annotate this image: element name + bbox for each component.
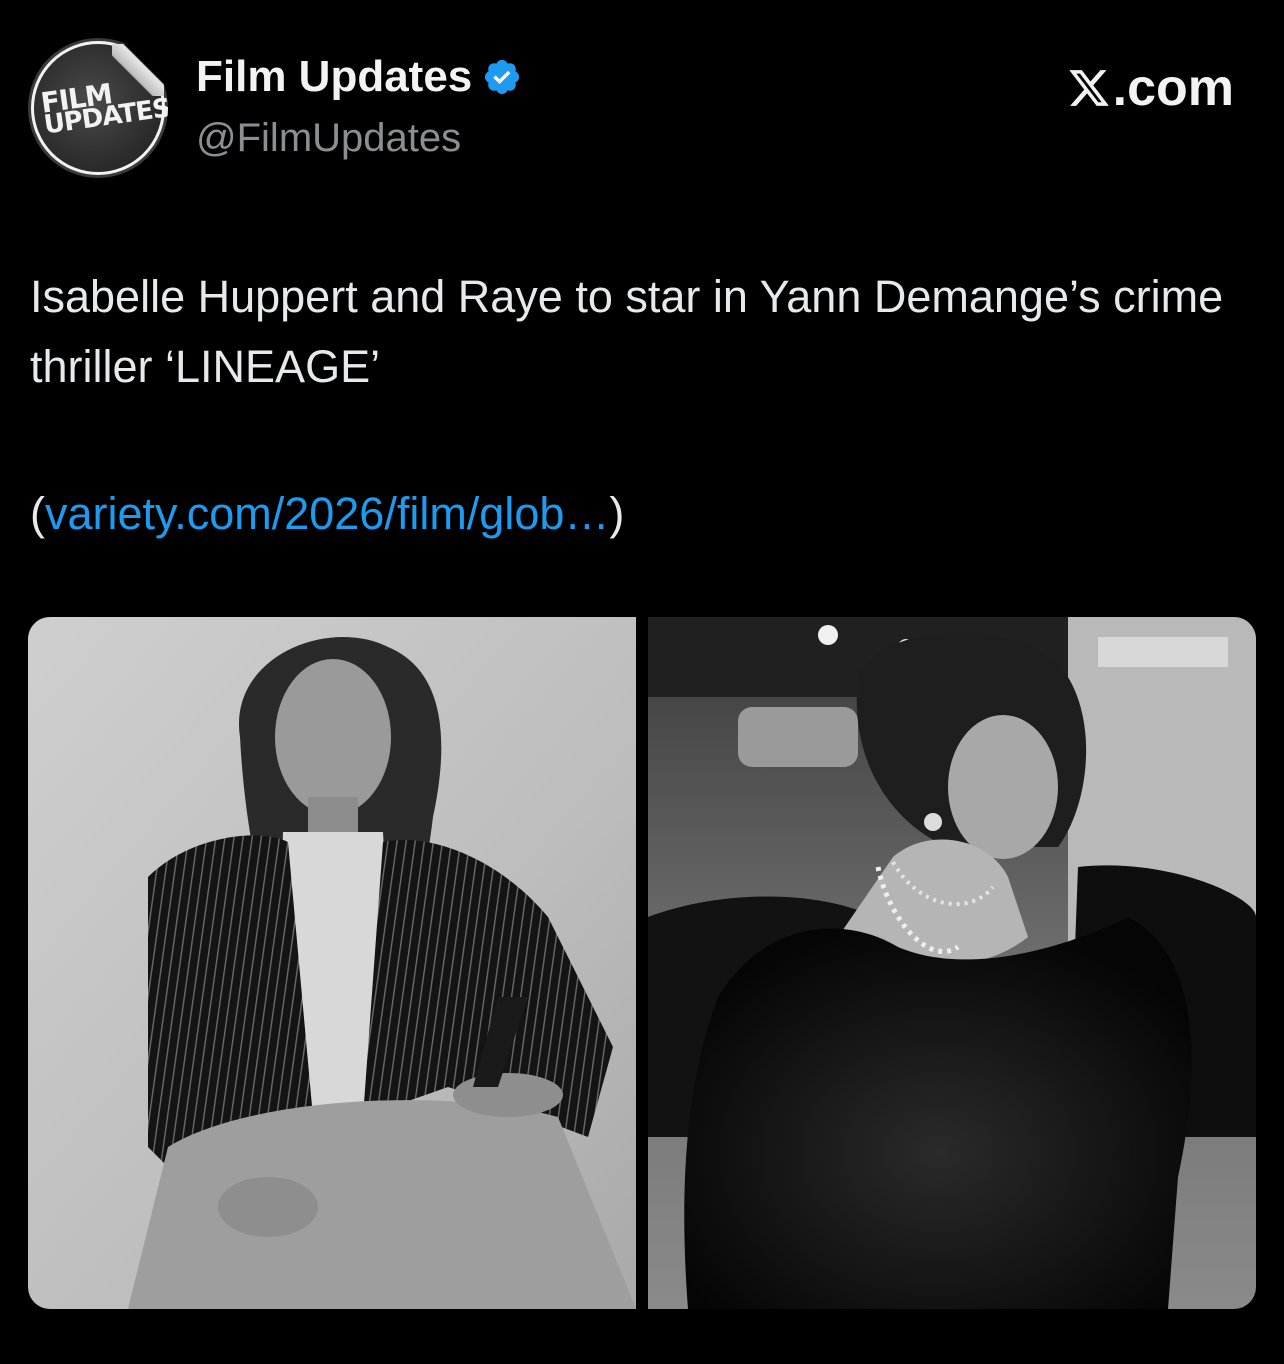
x-logo-icon [1068,70,1109,106]
media-grid [28,617,1256,1309]
display-name[interactable]: Film Updates [196,52,522,102]
post-link-line: (variety.com/2026/film/glob…) [30,484,624,544]
link-open-paren: ( [30,488,45,539]
display-name-text[interactable]: Film Updates [196,52,472,102]
article-link[interactable]: variety.com/2026/film/glob… [45,488,609,539]
photo-raye[interactable] [648,617,1256,1309]
photo-isabelle-huppert-image [28,617,636,1309]
post-text: Isabelle Huppert and Raye to star in Yan… [30,271,1224,392]
photo-raye-image [648,617,1256,1309]
avatar[interactable]: FILM UPDATES [28,38,168,178]
photo-isabelle-huppert[interactable] [28,617,636,1309]
verified-badge-icon [485,59,520,95]
link-close-paren: ) [609,488,625,539]
brand-domain-text: .com [1112,59,1234,117]
user-handle[interactable]: @FilmUpdates [196,116,461,161]
x-com-watermark: .com [1067,58,1234,118]
